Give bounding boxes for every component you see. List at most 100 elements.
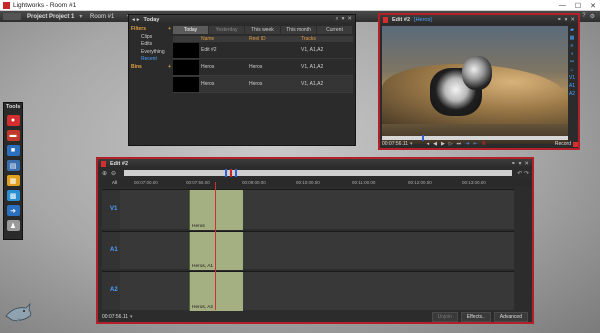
log-tool[interactable]: ▤ [6,160,20,171]
thumb-column-header [173,36,199,42]
tab-this-month[interactable]: This month [281,26,316,34]
ruler-all-label[interactable]: All [112,180,117,185]
track-v1[interactable]: V1 Heros [102,189,514,230]
mark-in-icon[interactable]: ◂ [427,141,430,147]
mark-out-marker[interactable] [235,169,237,177]
viewer-subtitle: [Heros] [414,16,432,23]
tab-today[interactable]: Today [173,26,208,34]
link-icon[interactable]: ⚭ [511,161,516,167]
track-a1[interactable]: A1 Heros, A1 [102,231,514,270]
tab-this-week[interactable]: This week [245,26,280,34]
lock-icon[interactable]: ⌂ [568,66,576,74]
search-icon[interactable]: ⌕ [336,16,339,23]
undo-icon[interactable]: ↶ [517,171,522,177]
viewer-header: Edit #2 [Heros] ⚭ ▾ ✕ [380,15,578,24]
import-tool[interactable]: ▬ [6,130,20,141]
close-button[interactable]: ✕ [590,2,596,10]
close-icon[interactable]: ✕ [570,17,575,23]
position-marker[interactable] [230,169,232,177]
filter-item-edits[interactable]: Edits [131,41,171,49]
tab-current[interactable]: Current [317,26,352,34]
step-back-icon[interactable]: ◀ [433,141,437,147]
menu-icon[interactable]: ▾ [519,161,522,167]
link-icon[interactable]: ⚯ [568,58,576,66]
minimize-button[interactable]: — [559,2,566,9]
close-icon[interactable]: ✕ [347,16,352,23]
ruler-tick: 00:11:00.00 [352,180,376,185]
clip[interactable]: Heros [189,190,243,230]
timeline-scrollbar[interactable] [124,169,512,177]
list-icon[interactable]: ≡ [568,42,576,50]
forward-icon[interactable]: ▸ [137,17,140,23]
play-icon[interactable]: ▶ [441,141,445,147]
project-name[interactable]: Project Project 1 [27,14,74,20]
track-label-a2[interactable]: A2 [110,287,118,293]
timecode-dropdown-icon[interactable]: ▾ [410,141,413,147]
effects-button[interactable]: Effects.. [460,312,491,322]
table-row[interactable]: Heros Heros V1, A1,A2 [173,76,353,93]
filter-item-everything[interactable]: Everything [131,49,171,57]
table-row[interactable]: Edit #2 V1, A1,A2 [173,42,353,59]
clip[interactable]: Heros, A2 [189,272,243,311]
sync-icon[interactable]: ≣ [482,141,486,147]
settings-icon[interactable]: ⚙ [590,13,595,20]
mark-in-marker[interactable] [225,169,227,177]
mark-out-icon[interactable]: ⇥ [465,141,469,147]
playhead[interactable] [215,182,216,310]
video-frame[interactable] [382,26,568,144]
link-icon[interactable]: ⚭ [557,17,562,23]
table-row[interactable]: Heros Heros V1, A1,A2 [173,59,353,76]
tab-yesterday[interactable]: Yesterday [209,26,244,34]
close-icon[interactable]: ✕ [524,161,529,167]
project-dropdown-icon[interactable]: ▾ [79,13,82,20]
grid-icon[interactable]: ▦ [568,34,576,42]
room-name[interactable]: Room #1 [90,14,114,20]
viewer-timecode[interactable]: 00:07:56.11 [382,141,408,147]
maximize-button[interactable]: ☐ [575,2,581,10]
audio-icon[interactable]: ◖ [568,50,576,58]
filters-heading[interactable]: Filters + [131,26,171,34]
timeline-footer: 00:07:56.11 ▾ Unjoin Effects.. Advanced [98,312,532,322]
help-icon[interactable]: ? [582,13,585,20]
projects-tool[interactable]: ■ [6,145,20,156]
unjoin-button[interactable]: Unjoin [431,312,458,322]
lightworks-shark-icon [5,302,32,323]
track-label-a1[interactable]: A1 [110,247,118,253]
record-tool[interactable]: ● [6,115,20,126]
cell-tracks: V1, A1,A2 [301,64,324,70]
menu-icon[interactable]: ▾ [565,17,568,23]
filter-item-recent[interactable]: Recent [131,56,171,64]
folder-icon[interactable]: ▰ [568,26,576,34]
tools-panel: Tools ● ▬ ■ ▤ ▦ ▩ ➜ ♟ [3,102,23,240]
bin-tool[interactable]: ▩ [6,190,20,201]
export-tool[interactable]: ➜ [6,205,20,216]
search-tool[interactable]: ▦ [6,175,20,186]
record-icon [573,141,578,147]
track-a2[interactable]: A2 [568,90,576,98]
menu-icon[interactable]: ▾ [342,16,345,23]
track-label-v1[interactable]: V1 [110,206,117,212]
clip[interactable]: Heros, A1 [189,232,243,270]
step-forward-icon[interactable]: ▷ [449,141,453,147]
cell-reel: Heros [249,81,263,87]
fast-forward-icon[interactable]: ⏭ [457,141,462,147]
track-a2[interactable]: A2 Heros, A2 [102,271,514,311]
track-a1[interactable]: A1 [568,82,576,90]
track-v1[interactable]: V1 [568,74,576,82]
users-tool[interactable]: ♟ [6,220,20,231]
bins-heading[interactable]: Bins + [131,64,171,72]
viewer-footer: 00:07:56.11 ▾ ◂ ◀ ▶ ▷ ⏭ ⇥ ⇤ ≣ Record [382,140,578,148]
filter-item-clips[interactable]: Clips [131,34,171,42]
zoom-out-icon[interactable]: ⊖ [111,170,116,177]
back-icon[interactable]: ◂ [132,17,135,23]
record-button[interactable]: Record [555,141,578,147]
timecode-dropdown-icon[interactable]: ▾ [130,314,133,320]
advanced-button[interactable]: Advanced [493,312,528,322]
timeline-timecode[interactable]: 00:07:56.11 [102,314,128,320]
timeline-ruler[interactable]: All 00:07:00.00 00:07:56.00 00:09:00.00 … [98,179,532,187]
zoom-in-icon[interactable]: ⊕ [102,170,107,177]
redo-icon[interactable]: ↷ [524,171,529,177]
filters-list: Filters + Clips Edits Everything Recent B… [131,26,171,71]
clear-marks-icon[interactable]: ⇤ [473,141,477,147]
rider-image [462,56,492,90]
